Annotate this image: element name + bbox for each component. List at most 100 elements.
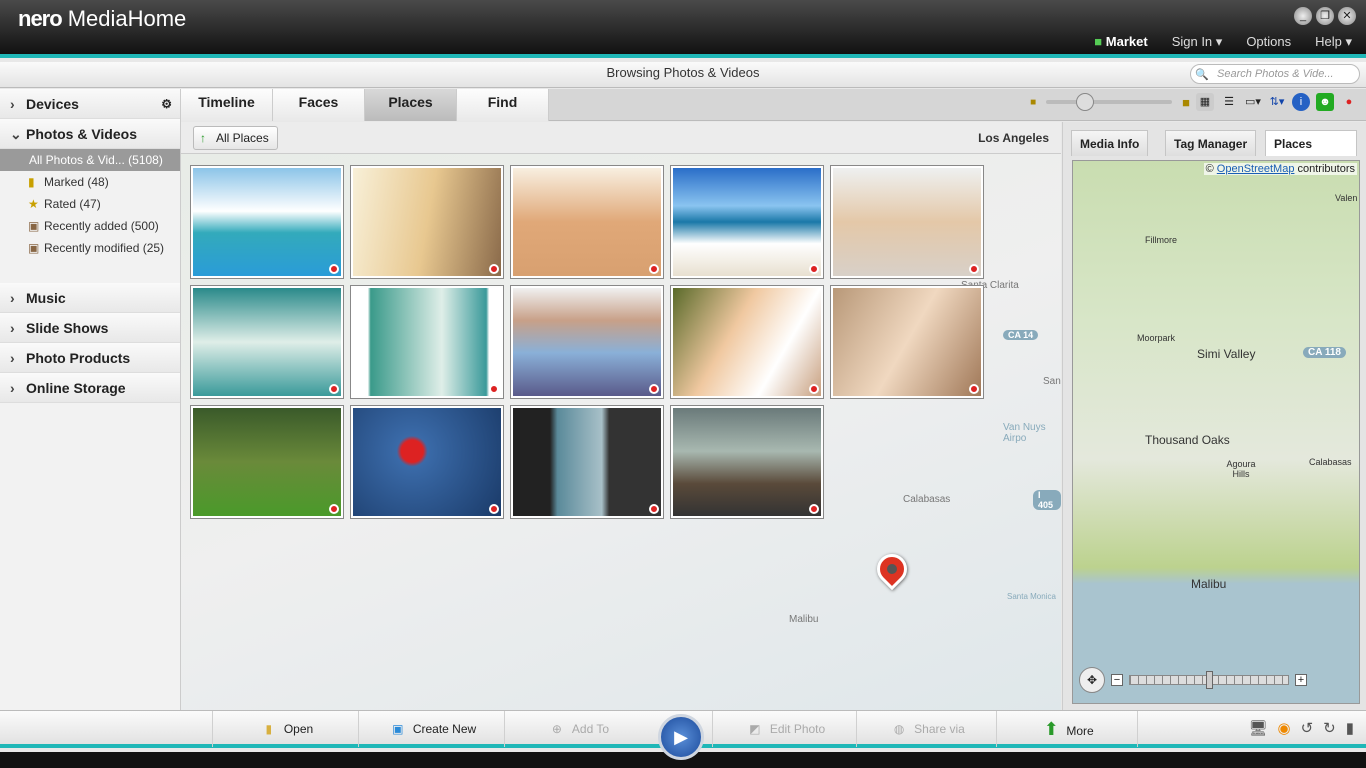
tab-find[interactable]: Find (457, 89, 549, 121)
thumbnail-size-slider[interactable] (1046, 93, 1173, 111)
tab-tag-manager[interactable]: Tag Manager (1165, 130, 1257, 156)
sidebar-devices[interactable]: › Devices ⚙ (0, 89, 180, 119)
location-pin-icon (329, 504, 339, 514)
map-label: Simi Valley (1197, 347, 1256, 361)
photo-thumbnail[interactable] (190, 285, 344, 399)
sidebar-online-storage[interactable]: › Online Storage (0, 373, 180, 403)
rotate-right-icon[interactable]: ↻ (1323, 719, 1336, 737)
add-to-button[interactable]: ⊕ Add To (504, 711, 650, 747)
preview-dropdown-icon[interactable]: ▭▾ (1244, 93, 1262, 111)
places-pin-icon[interactable]: ● (1340, 93, 1358, 111)
map-label: Valen (1335, 193, 1358, 203)
search-icon: 🔍 (1195, 69, 1209, 81)
location-pin-icon (649, 384, 659, 394)
share-via-button[interactable]: ◍ Share via (856, 711, 996, 747)
map-label: Agoura Hills (1226, 459, 1256, 479)
info-icon[interactable]: i (1292, 93, 1310, 111)
map-pan-control[interactable]: ✥ (1079, 667, 1105, 693)
sidebar-item-marked[interactable]: ▮ Marked (48) (0, 171, 180, 193)
rotate-left-icon[interactable]: ↺ (1301, 719, 1314, 737)
photo-thumbnail[interactable] (670, 405, 824, 519)
zoom-slider-handle[interactable] (1206, 671, 1213, 689)
photo-thumbnail[interactable] (830, 285, 984, 399)
sign-in-menu[interactable]: Sign In ▾ (1172, 34, 1223, 50)
list-view-icon[interactable]: ☰ (1220, 93, 1238, 111)
location-pin-icon (809, 384, 819, 394)
location-pin-icon (969, 264, 979, 274)
open-button[interactable]: ▮ Open (212, 711, 358, 747)
photo-thumbnail[interactable] (350, 405, 504, 519)
monitor-icon[interactable]: 🖥 (1248, 719, 1267, 737)
photo-thumbnail[interactable] (510, 405, 664, 519)
market-link[interactable]: ■ Market (1094, 34, 1147, 50)
close-button[interactable]: ✕ (1338, 7, 1356, 25)
sidebar-music[interactable]: › Music (0, 283, 180, 313)
photo-thumbnail[interactable] (190, 165, 344, 279)
places-view: Santa Clarita CA 14 San Van Nuys Airpo C… (181, 122, 1061, 710)
places-breadcrumb: ↑ All Places Los Angeles (181, 122, 1061, 154)
green-up-arrow-icon: ⬆ (1043, 719, 1059, 739)
burn-disc-icon[interactable]: ◉ (1277, 719, 1290, 737)
chevron-down-icon: ⌄ (10, 126, 22, 142)
places-map[interactable]: © OpenStreetMap contributors Fillmore Va… (1072, 160, 1360, 704)
map-location-pin-icon[interactable] (870, 547, 914, 591)
gear-icon[interactable]: ⚙ (161, 89, 172, 119)
openstreetmap-link[interactable]: OpenStreetMap (1217, 163, 1295, 175)
location-pin-icon (649, 504, 659, 514)
title-bar: nero MediaHome _ ❐ ✕ ■ Market Sign In ▾ O… (0, 0, 1366, 58)
browse-bar: Browsing Photos & Videos 🔍 Search Photos … (0, 62, 1366, 88)
map-attribution: © OpenStreetMap contributors (1203, 163, 1357, 175)
faces-icon[interactable]: ☻ (1316, 93, 1334, 111)
tab-places[interactable]: Places (365, 89, 457, 121)
browse-title: Browsing Photos & Videos (606, 65, 760, 80)
photo-thumbnail[interactable] (350, 285, 504, 399)
sidebar: › Devices ⚙ ⌄ Photos & Videos All Photos & … (0, 89, 181, 710)
sidebar-slide-shows[interactable]: › Slide Shows (0, 313, 180, 343)
photo-thumbnail[interactable] (510, 285, 664, 399)
sort-icon[interactable]: ⇅▾ (1268, 93, 1286, 111)
info-panel: Media Info Tag Manager Places © OpenStre… (1062, 122, 1366, 710)
location-pin-icon (329, 384, 339, 394)
photo-thumbnail[interactable] (190, 405, 344, 519)
edit-photo-button[interactable]: ◩ Edit Photo (712, 711, 856, 747)
photo-thumbnail[interactable] (830, 165, 984, 279)
sidebar-photo-products[interactable]: › Photo Products (0, 343, 180, 373)
tab-media-info[interactable]: Media Info (1071, 130, 1149, 156)
tab-timeline[interactable]: Timeline (181, 89, 273, 121)
sidebar-item-recently-added[interactable]: ▣ Recently added (500) (0, 215, 180, 237)
restore-button[interactable]: ❐ (1316, 7, 1334, 25)
zoom-in-button[interactable]: + (1295, 674, 1307, 686)
photo-thumbnail[interactable] (670, 165, 824, 279)
large-thumb-icon: ■ (1182, 94, 1190, 110)
sidebar-item-rated[interactable]: ★ Rated (47) (0, 193, 180, 215)
map-label: Santa Monica (1007, 592, 1056, 601)
marker-icon[interactable]: ▮ (1346, 719, 1354, 737)
tab-places-panel[interactable]: Places (1265, 130, 1357, 156)
map-label: I 405 (1033, 490, 1061, 510)
sidebar-item-all[interactable]: All Photos & Vid... (5108) (0, 149, 180, 171)
more-button[interactable]: ⬆ More (996, 711, 1138, 747)
photo-thumbnail[interactable] (350, 165, 504, 279)
options-menu[interactable]: Options (1246, 34, 1291, 50)
map-zoom-slider[interactable] (1129, 671, 1289, 689)
search-input[interactable]: 🔍 Search Photos & Vide... (1190, 64, 1360, 84)
minimize-button[interactable]: _ (1294, 7, 1312, 25)
zoom-out-button[interactable]: − (1111, 674, 1123, 686)
all-places-button[interactable]: ↑ All Places (193, 126, 278, 150)
up-arrow-icon: ↑ (200, 131, 206, 145)
create-new-button[interactable]: ▣ Create New (358, 711, 504, 747)
photo-thumbnail[interactable] (510, 165, 664, 279)
tab-faces[interactable]: Faces (273, 89, 365, 121)
grid-view-icon[interactable]: ▦ (1196, 93, 1214, 111)
map-label: CA 118 (1303, 347, 1346, 358)
marker-icon: ▮ (28, 175, 35, 189)
slider-handle[interactable] (1076, 93, 1095, 111)
location-pin-icon (329, 264, 339, 274)
sidebar-photos-videos[interactable]: ⌄ Photos & Videos (0, 119, 180, 149)
photo-thumbnail[interactable] (670, 285, 824, 399)
location-pin-icon (489, 384, 499, 394)
play-button[interactable]: ▶ (658, 714, 704, 760)
help-menu[interactable]: Help ▾ (1315, 34, 1352, 50)
view-tabs: Timeline Faces Places Find ■ ■ ▦ ☰ ▭▾ ⇅▾… (181, 89, 1366, 121)
sidebar-item-recently-modified[interactable]: ▣ Recently modified (25) (0, 237, 180, 259)
